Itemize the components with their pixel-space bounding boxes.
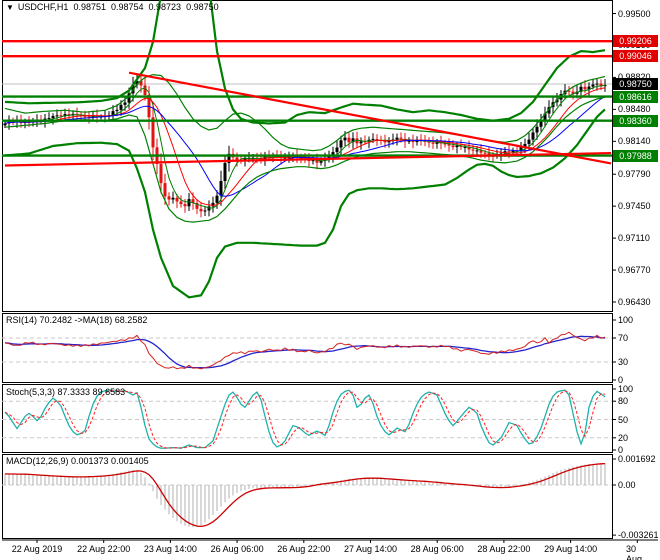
trading-terminal-chart-window: { "title_bar": { "symbol_icon": "▼", "sy… (0, 0, 660, 560)
macd-panel[interactable] (2, 454, 612, 538)
price-axis[interactable] (612, 0, 660, 540)
rsi-panel[interactable] (2, 313, 612, 382)
main-price-panel[interactable] (2, 0, 612, 311)
stoch-panel[interactable] (2, 384, 612, 452)
time-axis[interactable] (2, 540, 658, 560)
